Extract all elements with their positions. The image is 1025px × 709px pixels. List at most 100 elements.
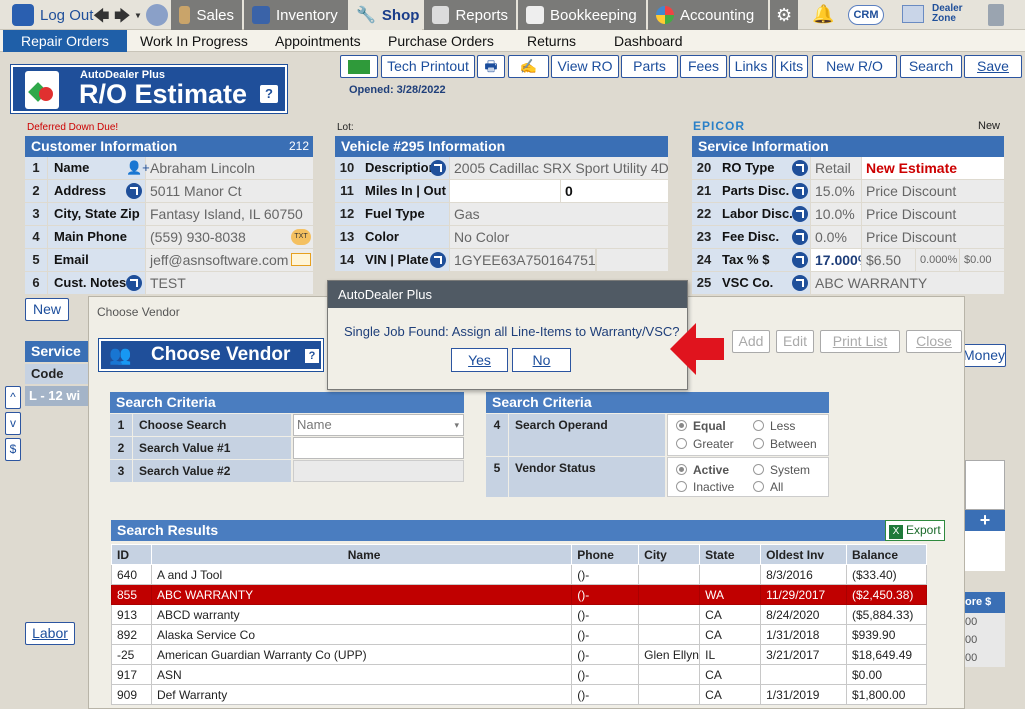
arrow-circle-icon[interactable]: [126, 183, 142, 199]
table-row[interactable]: 909 Def Warranty ()- CA 1/31/2019 $1,800.00: [111, 684, 928, 705]
customer-field-value[interactable]: Abraham Lincoln: [146, 157, 313, 179]
settings-button[interactable]: ⚙: [770, 0, 798, 30]
money-button[interactable]: Money: [962, 344, 1006, 367]
table-row[interactable]: -25 American Guardian Warranty Co (UPP)()…: [111, 644, 928, 665]
arrow-circle-icon[interactable]: [792, 160, 808, 176]
arrow-circle-icon[interactable]: [430, 252, 446, 268]
service-field-value-2[interactable]: Price Discount: [862, 203, 1004, 225]
column-header[interactable]: State: [699, 544, 762, 565]
status-system[interactable]: System: [753, 463, 810, 477]
vin-value[interactable]: 1GYEE63A750164751: [450, 249, 595, 271]
arrow-circle-icon[interactable]: [126, 275, 142, 291]
no-button[interactable]: No: [512, 348, 571, 372]
vendor-close-button[interactable]: Close: [906, 330, 962, 353]
vsc-company[interactable]: ABC WARRANTY: [811, 272, 1004, 294]
folder-button[interactable]: [340, 55, 378, 78]
customer-field-value[interactable]: (559) 930-8038: [146, 226, 313, 248]
status-inactive[interactable]: Inactive: [676, 480, 734, 494]
vendor-print-list-button[interactable]: Print List: [820, 330, 900, 353]
line-row[interactable]: L - 12 wi: [25, 386, 89, 406]
column-header[interactable]: City: [638, 544, 701, 565]
table-row[interactable]: 855 ABC WARRANTY ()- WA 11/29/2017 ($2,450.38…: [111, 584, 928, 605]
column-header[interactable]: Oldest Inv: [760, 544, 847, 565]
table-row[interactable]: 917 ASN ()- CA $0.00: [111, 664, 928, 685]
tax-amount[interactable]: $6.50: [862, 249, 915, 271]
table-row[interactable]: 640 A and J Tool ()- 8/3/2016 ($33.40): [111, 564, 928, 585]
links-button[interactable]: Links: [729, 55, 773, 78]
miles-out-input[interactable]: 0: [561, 180, 668, 202]
service-field-value-2[interactable]: New Estimate: [862, 157, 1004, 179]
table-row[interactable]: 913 ABCD warranty ()- CA 8/24/2020 ($5,884.33…: [111, 604, 928, 625]
operand-less[interactable]: Less: [753, 419, 795, 433]
column-header[interactable]: Name: [150, 544, 573, 565]
operand-equal[interactable]: Equal: [676, 419, 726, 433]
tab-dashboard[interactable]: Dashboard: [614, 30, 683, 52]
arrow-circle-icon[interactable]: [792, 275, 808, 291]
view-ro-button[interactable]: View RO: [551, 55, 619, 78]
vendor-add-button[interactable]: Add: [732, 330, 770, 353]
print-button[interactable]: 🖶: [477, 55, 505, 78]
tab-repair-orders[interactable]: Repair Orders: [3, 30, 127, 52]
dealer-zone-icon[interactable]: [902, 5, 924, 23]
nav-shop[interactable]: 🔧 Shop: [348, 0, 422, 30]
miles-in-input[interactable]: [450, 180, 560, 202]
service-field-value[interactable]: 15.0%: [811, 180, 861, 202]
search-value2-input[interactable]: [293, 460, 464, 482]
dollar-button[interactable]: $: [5, 438, 21, 461]
service-field-value[interactable]: Retail: [811, 157, 861, 179]
parts-button[interactable]: Parts: [621, 55, 678, 78]
tab-returns[interactable]: Returns: [527, 30, 576, 52]
bell-icon[interactable]: 🔔: [812, 4, 834, 25]
tech-printout-button[interactable]: Tech Printout: [381, 55, 475, 78]
logout-link[interactable]: Log Out: [4, 0, 101, 30]
nav-inventory[interactable]: Inventory: [244, 0, 348, 30]
column-header[interactable]: Balance: [845, 544, 928, 565]
add-person-icon[interactable]: 👤+: [126, 160, 150, 176]
labor-button[interactable]: Labor: [25, 622, 75, 645]
help-icon[interactable]: ?: [260, 85, 278, 103]
arrow-circle-icon[interactable]: [430, 160, 446, 176]
search-button[interactable]: Search: [900, 55, 962, 78]
text-message-icon[interactable]: TXT: [291, 229, 311, 245]
customer-field-value[interactable]: 5011 Manor Ct: [146, 180, 313, 202]
customer-field-value[interactable]: TEST: [146, 272, 313, 294]
new-ro-button[interactable]: New R/O: [812, 55, 897, 78]
user-icon[interactable]: [146, 4, 168, 26]
tab-purchase-orders[interactable]: Purchase Orders: [388, 30, 494, 52]
operand-between[interactable]: Between: [753, 437, 817, 451]
service-field-value-2[interactable]: Price Discount: [862, 226, 1004, 248]
customer-field-value[interactable]: Fantasy Island, IL 60750: [146, 203, 313, 225]
kits-button[interactable]: Kits: [775, 55, 808, 78]
move-down-button[interactable]: v: [5, 412, 21, 435]
choose-search-select[interactable]: Name ▾: [293, 414, 464, 436]
status-all[interactable]: All: [753, 480, 783, 494]
service-field-value[interactable]: 10.0%: [811, 203, 861, 225]
tax-percent-2[interactable]: 0.000%: [916, 249, 959, 271]
email-envelope-icon[interactable]: [291, 253, 311, 266]
vehicle-field-value[interactable]: 2005 Cadillac SRX Sport Utility 4D: [450, 157, 668, 179]
arrow-circle-icon[interactable]: [792, 252, 808, 268]
fees-button[interactable]: Fees: [680, 55, 727, 78]
yes-button[interactable]: Yes: [451, 348, 508, 372]
search-value1-input[interactable]: [293, 437, 464, 459]
arrow-circle-icon[interactable]: [792, 229, 808, 245]
plate-value[interactable]: [597, 249, 668, 271]
column-header[interactable]: ID: [111, 544, 152, 565]
table-row[interactable]: 892 Alaska Service Co ()- CA 1/31/2018 $939.9…: [111, 624, 928, 645]
new-customer-button[interactable]: New: [25, 298, 69, 321]
nav-reports[interactable]: Reports: [424, 0, 516, 30]
back-forward-icons[interactable]: 🡄 🡆 ▾: [93, 5, 141, 32]
nav-sales[interactable]: Sales: [171, 0, 242, 30]
service-field-value-2[interactable]: Price Discount: [862, 180, 1004, 202]
move-up-button[interactable]: ^: [5, 386, 21, 409]
calculator-icon[interactable]: [988, 4, 1004, 26]
dealer-zone-label[interactable]: Dealer Zone: [932, 4, 972, 24]
operand-greater[interactable]: Greater: [676, 437, 734, 451]
column-header[interactable]: Phone: [571, 544, 640, 565]
vendor-help-icon[interactable]: ?: [305, 349, 319, 363]
tax-amount-2[interactable]: $0.00: [960, 249, 1004, 271]
service-field-value[interactable]: 0.0%: [811, 226, 861, 248]
arrow-circle-icon[interactable]: [792, 206, 808, 222]
vendor-edit-button[interactable]: Edit: [776, 330, 814, 353]
save-button[interactable]: Save: [964, 55, 1022, 78]
